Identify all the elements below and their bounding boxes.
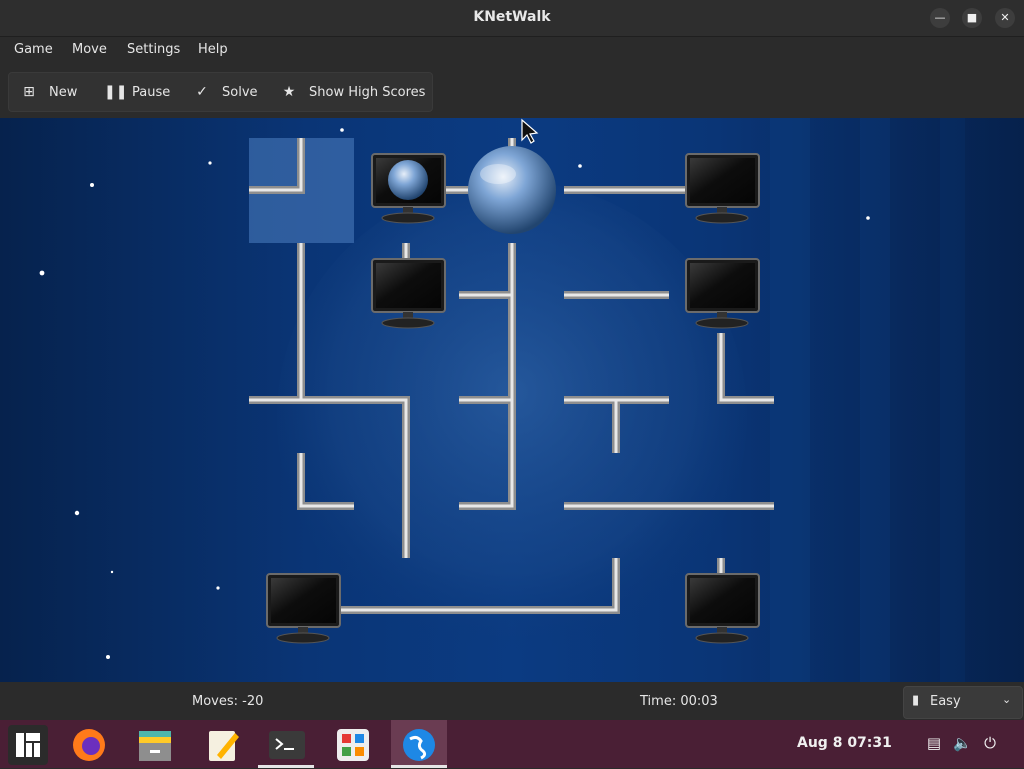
toolbar: ⊞ New ❚❚ Pause ✓ Solve ★ Show High Score… <box>8 72 433 112</box>
new-icon: ⊞ <box>23 84 35 100</box>
status-bar: Moves: -20 Time: 00:03 <box>0 682 1024 720</box>
difficulty-label: Easy <box>930 694 961 709</box>
manjaro-logo-icon[interactable] <box>8 725 48 765</box>
text-editor-icon[interactable] <box>203 725 243 765</box>
solve-label: Solve <box>222 84 258 100</box>
star-icon: ★ <box>282 84 296 100</box>
show-high-scores-button[interactable]: ★ Show High Scores <box>281 73 426 111</box>
mouse-cursor-icon <box>521 118 539 144</box>
new-label: New <box>49 84 78 100</box>
moves-counter: Moves: -20 <box>192 694 264 709</box>
menu-game[interactable]: Game <box>14 42 53 57</box>
minimize-icon[interactable]: — <box>930 8 950 28</box>
background-stripe <box>940 118 965 682</box>
close-icon[interactable]: ✕ <box>995 8 1015 28</box>
background-stripe <box>860 118 890 682</box>
power-icon[interactable]: ⏻ <box>981 734 999 752</box>
volume-icon[interactable]: 🔈 <box>953 734 972 752</box>
app-store-icon[interactable] <box>333 725 373 765</box>
files-icon[interactable] <box>135 725 175 765</box>
terminal-icon[interactable] <box>267 725 307 765</box>
menu-help[interactable]: Help <box>198 42 228 57</box>
window-title: KNetWalk <box>473 9 551 25</box>
menu-settings[interactable]: Settings <box>127 42 180 57</box>
title-bar: KNetWalk — ■ ✕ <box>0 0 1024 37</box>
taskbar: Aug 8 07:31 ▤ 🔈 ⏻ <box>0 720 1024 768</box>
computer[interactable] <box>685 573 760 644</box>
maximize-icon[interactable]: ■ <box>962 8 982 28</box>
new-button[interactable]: ⊞ New <box>21 73 77 111</box>
firefox-icon[interactable] <box>69 725 109 765</box>
game-board[interactable] <box>0 118 1024 682</box>
pause-button[interactable]: ❚❚ Pause <box>104 73 170 111</box>
chart-icon: ▮ <box>912 693 920 708</box>
check-icon: ✓ <box>196 84 208 100</box>
chevron-down-icon: ⌄ <box>1002 693 1012 706</box>
computer[interactable] <box>266 573 341 644</box>
menu-bar: Game Move Settings Help <box>0 37 1024 64</box>
solve-button[interactable]: ✓ Solve <box>194 73 258 111</box>
clipboard-icon[interactable]: ▤ <box>925 734 943 752</box>
timer: Time: 00:03 <box>640 694 718 709</box>
background-stripe <box>770 118 810 682</box>
board-canvas[interactable] <box>0 118 1024 682</box>
pause-icon: ❚❚ <box>104 84 128 100</box>
difficulty-dropdown[interactable]: ▮ Easy ⌄ <box>903 686 1023 719</box>
clock[interactable]: Aug 8 07:31 <box>797 735 892 751</box>
server-globe[interactable] <box>468 146 556 234</box>
computer[interactable] <box>685 153 760 224</box>
menu-move[interactable]: Move <box>72 42 107 57</box>
show-high-scores-label: Show High Scores <box>309 84 426 100</box>
knetwalk-icon[interactable] <box>399 725 439 765</box>
pause-label: Pause <box>132 84 171 100</box>
